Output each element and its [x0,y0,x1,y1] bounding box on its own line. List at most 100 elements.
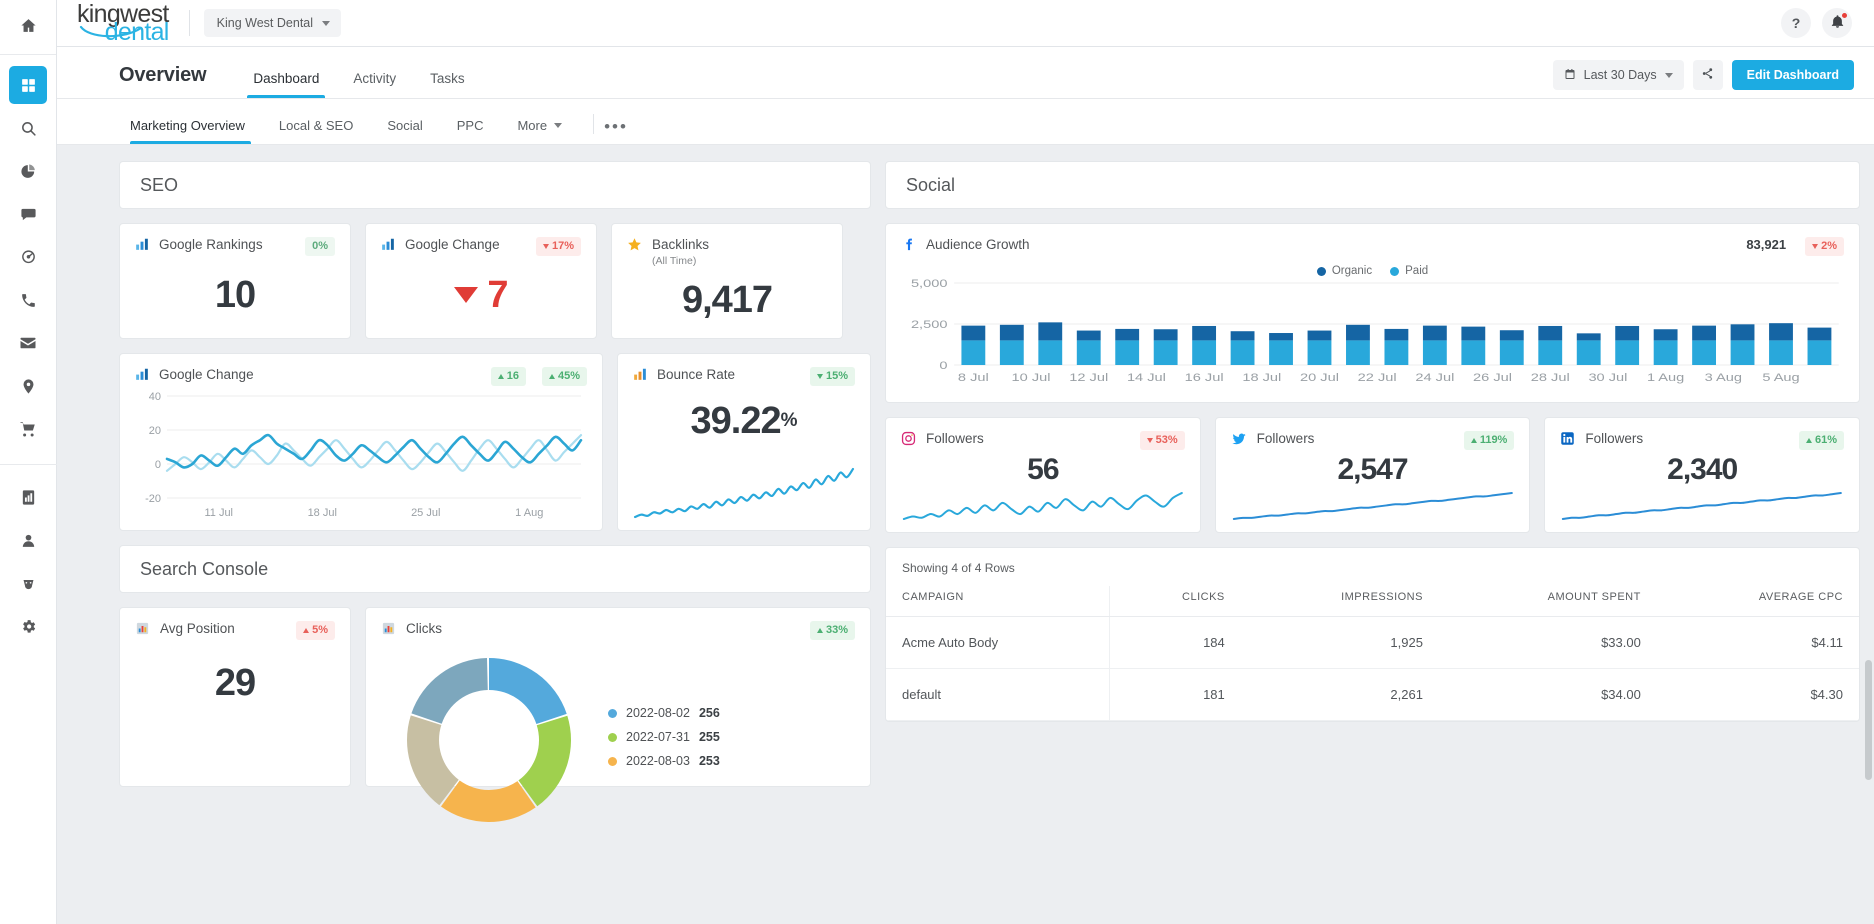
card-avg-position[interactable]: Avg Position 5% 29 [119,607,351,787]
logo[interactable]: kingwest dental [77,4,169,43]
sidebar-item-dashboard[interactable] [9,66,47,104]
column-header-amount-spent[interactable]: AMOUNT SPENT [1439,586,1657,617]
date-range-label: Last 30 Days [1584,68,1657,82]
sparkline-svg [1231,488,1515,522]
home-icon [20,17,37,37]
legend-label: Paid [1405,265,1428,277]
sidebar-item-home[interactable] [0,0,56,55]
bar-chart-svg: 5,0002,50008 Jul10 Jul12 Jul14 Jul16 Jul… [901,279,1844,387]
lead-icon [20,575,37,592]
table-row[interactable]: Acme Auto Body1841,925$33.00$4.11 [886,617,1859,669]
share-button[interactable] [1693,60,1723,90]
status-badge-2: 45% [542,367,587,386]
edit-dashboard-button[interactable]: Edit Dashboard [1732,60,1854,90]
share-icon [1701,67,1714,83]
card-title: Clicks [406,621,442,638]
kpi-value: 9,417 [627,273,827,328]
sidebar-item-analytics[interactable] [9,478,47,516]
svg-text:12 Jul: 12 Jul [1069,371,1108,384]
donut-chart-area: 2022-08-022562022-07-312552022-08-03253 [381,640,855,834]
sidebar-divider [0,464,57,465]
sidebar-item-reports[interactable] [9,152,47,190]
svg-text:5 Aug: 5 Aug [1762,371,1799,384]
svg-text:20: 20 [149,425,161,437]
svg-text:8 Jul: 8 Jul [958,371,989,384]
column-header-campaign[interactable]: CAMPAIGN [886,586,1110,617]
column-header-clicks[interactable]: CLICKS [1110,586,1241,617]
calendar-icon [1564,68,1576,83]
card-audience-growth[interactable]: Audience Growth 83,921 2% Organic [885,223,1860,403]
tab-dashboard[interactable]: Dashboard [236,71,336,98]
svg-text:16 Jul: 16 Jul [1185,371,1224,384]
svg-text:-20: -20 [145,493,161,505]
legend-item: 2022-08-03253 [608,754,720,768]
date-range-selector[interactable]: Last 30 Days [1553,60,1684,90]
broadcast-icon [20,249,37,266]
sidebar-item-search[interactable] [9,109,47,147]
page-header: Overview Dashboard Activity Tasks Last 3… [57,47,1874,99]
campaign-table: CAMPAIGN CLICKS IMPRESSIONS AMOUNT SPENT… [886,586,1859,721]
grid-icon [20,77,37,94]
sidebar-item-email[interactable] [9,324,47,362]
line-chart-svg: 40200-2011 Jul18 Jul25 Jul1 Aug [135,390,587,522]
card-search-console-clicks[interactable]: Clicks 33% 2022-08-022562022-07-312 [365,607,871,787]
table-cell-impressions: 1,925 [1241,617,1439,669]
card-bounce-rate[interactable]: Bounce Rate 15% 39.22 % [617,353,871,531]
subtab-ppc[interactable]: PPC [440,118,501,144]
help-button[interactable]: ? [1781,8,1811,38]
subtab-more-label: More [517,118,547,133]
column-header-impressions[interactable]: IMPRESSIONS [1241,586,1439,617]
kpi-value-wrap: 7 [381,262,581,328]
more-options-button[interactable]: ••• [604,118,628,144]
sidebar-item-broadcast[interactable] [9,238,47,276]
card-google-rankings[interactable]: Google Rankings 0% 10 [119,223,351,339]
card-backlinks[interactable]: Backlinks (All Time) 9,417 [611,223,843,339]
card-twitter-followers[interactable]: Followers 119% 2,547 [1215,417,1531,533]
search-icon [20,120,37,137]
column-header-average-cpc[interactable]: AVERAGE CPC [1657,586,1859,617]
chevron-down-icon [1665,73,1673,78]
notifications-button[interactable] [1822,8,1852,38]
person-icon [20,532,37,549]
map-pin-icon [20,378,37,395]
tab-tasks[interactable]: Tasks [413,71,482,98]
table-row[interactable]: default1812,261$34.00$4.30 [886,669,1859,721]
legend-dot [1317,267,1326,276]
card-google-change-chart[interactable]: Google Change 16 45% [119,353,603,531]
svg-text:25 Jul: 25 Jul [411,507,440,519]
card-title: Followers [1585,431,1643,448]
card-title: Backlinks [652,237,709,254]
vertical-scrollbar[interactable] [1865,660,1872,780]
sidebar-item-calls[interactable] [9,281,47,319]
question-mark-icon: ? [1792,15,1801,31]
card-linkedin-followers[interactable]: Followers 61% 2,340 [1544,417,1860,533]
sidebar-item-ecommerce[interactable] [9,410,47,448]
sidebar-item-contacts[interactable] [9,521,47,559]
svg-text:1 Aug: 1 Aug [1647,371,1684,384]
tab-activity[interactable]: Activity [336,71,413,98]
badge-value: 33% [826,625,848,636]
subtab-social[interactable]: Social [370,118,439,144]
sidebar-item-leads[interactable] [9,564,47,602]
triangle-down-icon [454,287,478,303]
seo-kpi-row: Google Rankings 0% 10 [119,223,871,339]
sidebar-item-messages[interactable] [9,195,47,233]
legend-item-organic: Organic [1317,265,1372,277]
audience-growth-value: 83,921 [1746,237,1786,252]
badge-value: 15% [826,371,848,382]
page-tabs: Dashboard Activity Tasks [236,71,481,98]
sidebar-item-locations[interactable] [9,367,47,405]
card-instagram-followers[interactable]: Followers 53% 56 [885,417,1201,533]
table-cell-campaign: default [886,669,1110,721]
subtab-more[interactable]: More [500,118,579,144]
subtab-local-seo[interactable]: Local & SEO [262,118,370,144]
triangle-up-icon [303,628,309,633]
sidebar-item-settings[interactable] [9,607,47,645]
instagram-icon [901,431,916,449]
audience-growth-plot: 5,0002,50008 Jul10 Jul12 Jul14 Jul16 Jul… [901,279,1844,392]
account-selector[interactable]: King West Dental [204,9,341,37]
card-google-change[interactable]: Google Change 17% 7 [365,223,597,339]
subtab-marketing-overview[interactable]: Marketing Overview [119,118,262,144]
kpi-value: 2,547 [1231,453,1515,487]
card-title: Google Change [159,367,254,384]
